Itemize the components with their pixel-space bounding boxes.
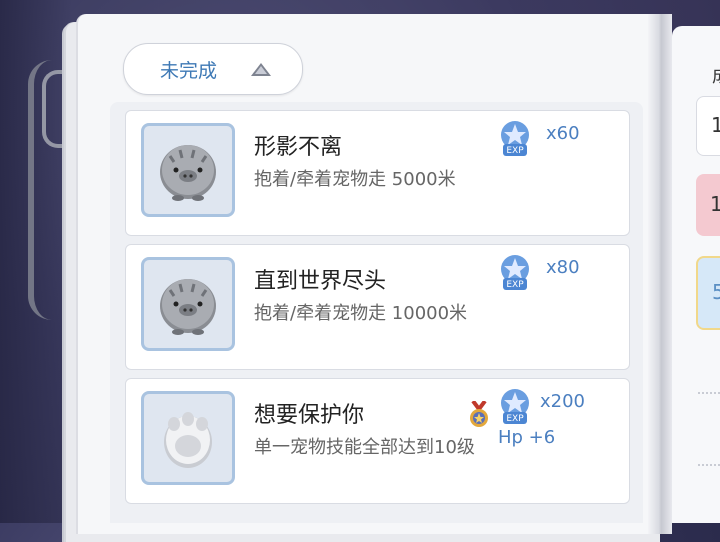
quest-description: 抱着/牵着宠物走 10000米 <box>254 303 468 324</box>
right-page-field-text: 1 <box>711 113 720 137</box>
divider <box>698 392 720 394</box>
hp-reward: Hp +6 <box>498 427 556 448</box>
right-page-tab-pink[interactable]: 1 <box>696 174 720 236</box>
quest-card[interactable]: 形影不离 抱着/牵着宠物走 5000米 EXP x60 <box>125 110 630 236</box>
exp-reward-qty: x200 <box>540 391 586 412</box>
triangle-up-icon <box>251 62 272 76</box>
exp-star-icon: EXP <box>501 121 529 156</box>
exp-reward-qty: x60 <box>546 123 580 144</box>
quest-description: 抱着/牵着宠物走 5000米 <box>254 169 456 190</box>
book-spine <box>648 14 672 534</box>
svg-text:EXP: EXP <box>506 146 524 156</box>
medal-icon <box>470 401 488 427</box>
exp-reward-qty: x80 <box>546 257 580 278</box>
gray-pig-ball-icon <box>141 123 235 217</box>
quest-title: 形影不离 <box>254 135 343 160</box>
quest-card[interactable]: 直到世界尽头 抱着/牵着宠物走 10000米 EXP x80 <box>125 244 630 370</box>
svg-text:EXP: EXP <box>506 280 524 290</box>
quest-title: 直到世界尽头 <box>254 269 387 294</box>
gray-pig-ball-icon <box>141 257 235 351</box>
exp-star-icon: EXP <box>501 255 529 290</box>
filter-label: 未完成 <box>160 59 218 82</box>
divider <box>698 464 720 466</box>
quest-description: 单一宠物技能全部达到10级 <box>254 437 475 458</box>
right-page-tab-blue-text: 5 <box>712 280 720 304</box>
right-page-tab-pink-text: 1 <box>710 192 720 216</box>
exp-star-icon: EXP <box>501 389 529 424</box>
svg-text:EXP: EXP <box>506 414 524 424</box>
quest-title: 想要保护你 <box>254 403 365 428</box>
quest-card[interactable]: 想要保护你 单一宠物技能全部达到10级 EXP x200 Hp +6 <box>125 378 630 504</box>
filter-dropdown[interactable]: 未完成 <box>123 43 303 95</box>
white-paw-icon <box>141 391 235 485</box>
right-page-tab-blue[interactable]: 5 <box>696 256 720 330</box>
right-page-label: 成 <box>712 62 720 88</box>
right-page-field[interactable]: 1 <box>696 96 720 156</box>
